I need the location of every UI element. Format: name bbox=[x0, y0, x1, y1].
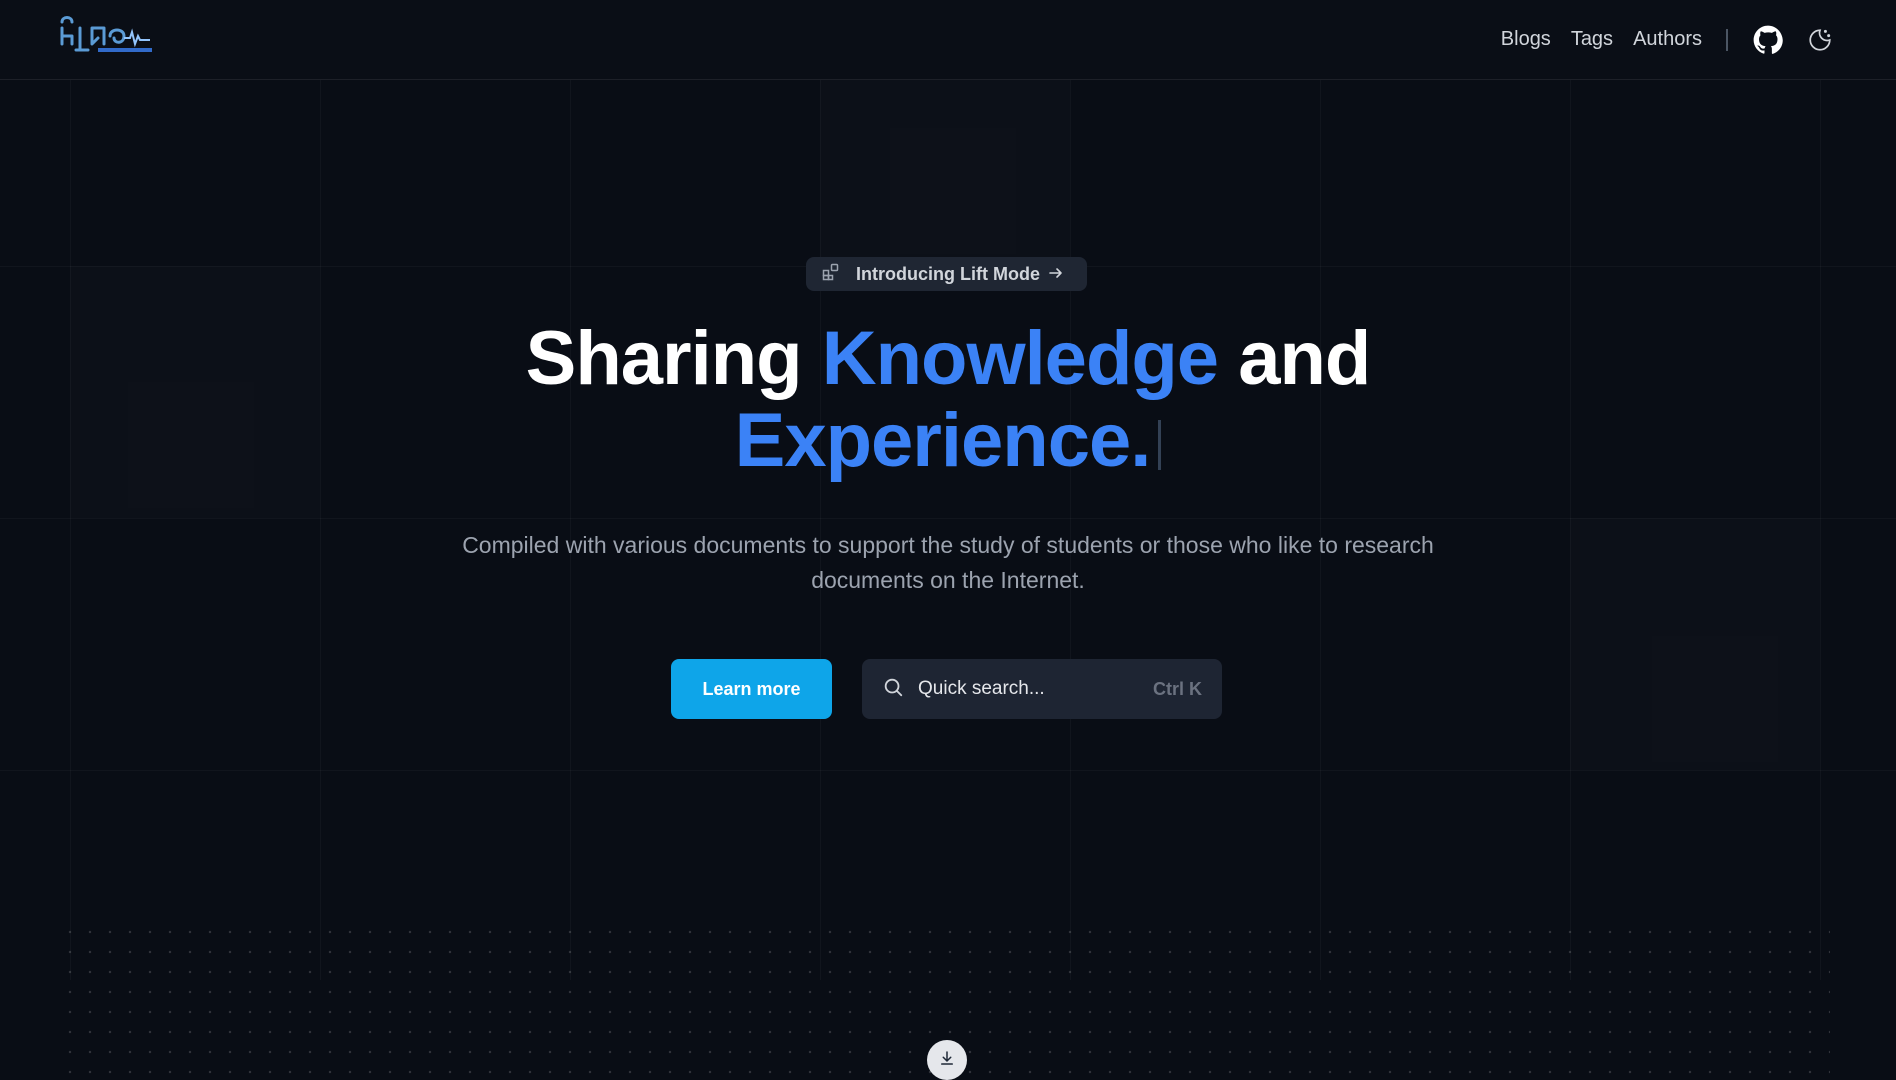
hero-subtitle: Compiled with various documents to suppo… bbox=[462, 532, 1434, 593]
search-placeholder: Quick search... bbox=[918, 678, 1045, 699]
download-arrow-icon bbox=[938, 1049, 956, 1071]
search-shortcut: Ctrl K bbox=[1153, 678, 1202, 699]
quick-search-box[interactable]: Quick search... Ctrl K bbox=[862, 659, 1222, 719]
top-navbar: Blogs Tags Authors bbox=[0, 0, 1896, 80]
hero-headline: Sharing Knowledge and Experience. bbox=[0, 318, 1896, 482]
scroll-down-button[interactable] bbox=[927, 1040, 967, 1080]
headline-word-knowledge: Knowledge bbox=[821, 316, 1219, 401]
headline-word-experience: Experience. bbox=[734, 398, 1152, 483]
theme-toggle-icon[interactable] bbox=[1804, 24, 1836, 56]
nav-tags-link[interactable]: Tags bbox=[1571, 28, 1613, 51]
search-icon bbox=[882, 676, 904, 702]
nav-divider bbox=[1726, 28, 1728, 51]
layout-grid-icon bbox=[822, 263, 840, 285]
site-logo[interactable] bbox=[58, 14, 158, 56]
learn-more-button[interactable]: Learn more bbox=[671, 659, 832, 719]
typing-cursor bbox=[1158, 420, 1162, 470]
headline-word-sharing: Sharing bbox=[525, 316, 803, 401]
main-nav: Blogs Tags Authors bbox=[1501, 0, 1836, 79]
nav-authors-link[interactable]: Authors bbox=[1633, 28, 1702, 51]
github-icon[interactable] bbox=[1752, 24, 1784, 56]
arrow-right-icon bbox=[1048, 265, 1064, 284]
announcement-text: Introducing Lift Mode bbox=[856, 263, 1040, 284]
nav-blogs-link[interactable]: Blogs bbox=[1501, 28, 1551, 51]
announcement-pill[interactable]: Introducing Lift Mode bbox=[806, 257, 1087, 291]
headline-word-and: and bbox=[1238, 316, 1371, 401]
